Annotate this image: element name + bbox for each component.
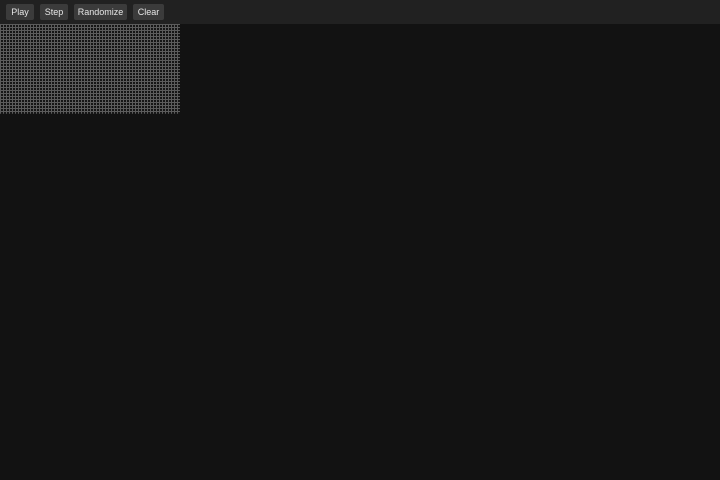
grid-bottom-edge — [0, 113, 180, 114]
toolbar: Play Step Randomize Clear — [0, 0, 720, 24]
clear-button[interactable]: Clear — [133, 4, 164, 20]
play-button[interactable]: Play — [6, 4, 34, 20]
step-button[interactable]: Step — [40, 4, 68, 20]
randomize-button[interactable]: Randomize — [74, 4, 127, 20]
cell-grid-canvas[interactable] — [0, 24, 180, 114]
